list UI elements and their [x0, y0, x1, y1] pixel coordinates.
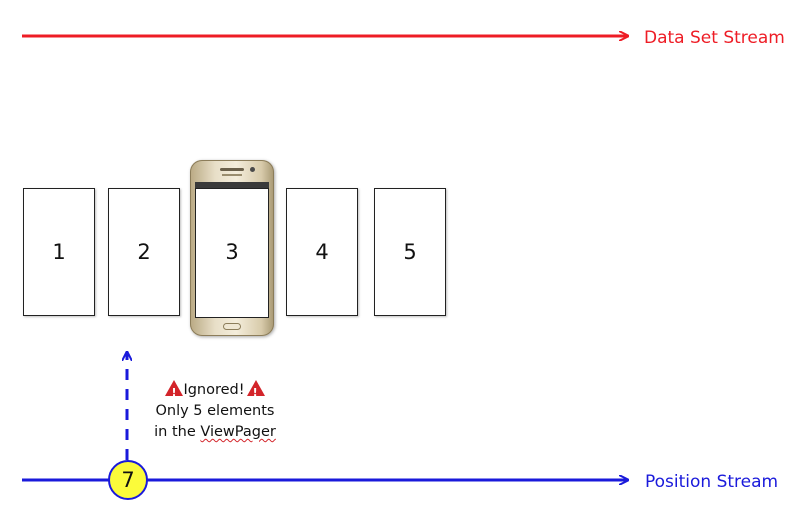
- phone-home-button: [223, 323, 241, 330]
- position-event-badge: 7: [108, 460, 148, 500]
- position-stream-label: Position Stream: [645, 472, 779, 492]
- phone-speaker: [220, 168, 244, 171]
- note-line-1: Ignored!: [140, 380, 290, 403]
- viewpager-word: ViewPager: [200, 424, 276, 440]
- data-set-stream-label: Data Set Stream: [644, 28, 785, 48]
- note-line-2: Only 5 elements: [155, 403, 275, 419]
- viewpager-page-5: 5: [374, 188, 446, 316]
- page-number: 4: [315, 240, 329, 264]
- note-line-3-prefix: in the: [154, 424, 201, 440]
- warning-triangle-icon: [246, 380, 265, 403]
- viewpager-page-4: 4: [286, 188, 358, 316]
- viewpager-page-1: 1: [23, 188, 95, 316]
- phone-brand-mark: [222, 174, 242, 176]
- ignored-note: Ignored! Only 5 elements in the ViewPage…: [140, 380, 290, 443]
- page-number: 1: [52, 240, 66, 264]
- page-number: 2: [137, 240, 151, 264]
- ignored-label: Ignored!: [183, 382, 245, 398]
- page-number: 5: [403, 240, 417, 264]
- page-number: 3: [225, 240, 239, 264]
- note-line-3: in the ViewPager: [140, 422, 290, 443]
- phone-camera: [250, 167, 255, 172]
- warning-triangle-icon: [165, 380, 184, 403]
- viewpager-page-2: 2: [108, 188, 180, 316]
